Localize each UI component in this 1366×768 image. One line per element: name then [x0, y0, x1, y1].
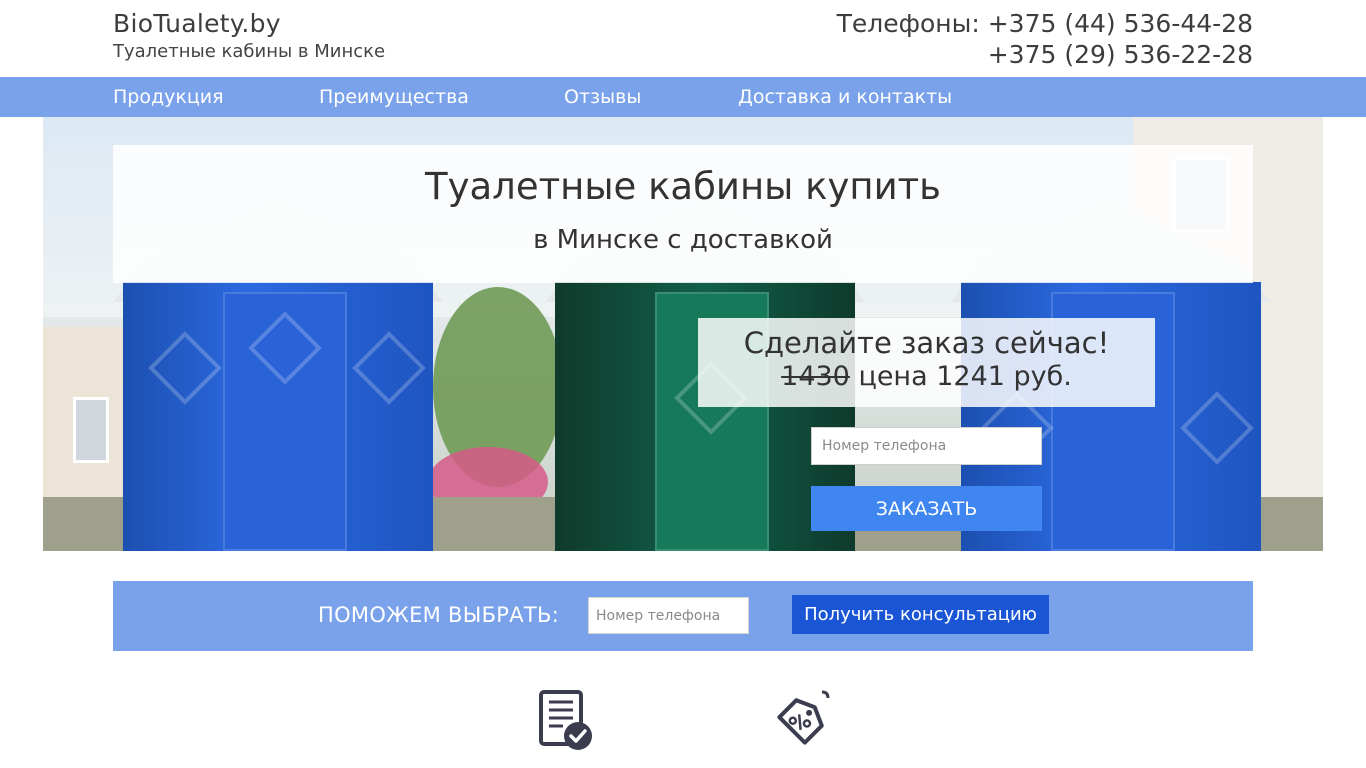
main-nav: Продукция Преимущества Отзывы Доставка и… [0, 77, 1366, 117]
site-header: BioTualety.by Туалетные кабины в Минске … [0, 0, 1366, 77]
order-button[interactable]: ЗАКАЗАТЬ [811, 486, 1042, 531]
hero-title-panel: Туалетные кабины купить в Минске с доста… [113, 145, 1253, 283]
phone-number-1[interactable]: +375 (44) 536-44-28 [988, 9, 1253, 38]
discount-tag-icon [770, 688, 834, 752]
current-price: цена 1241 руб. [849, 361, 1072, 392]
phones-label: Телефоны: [836, 9, 988, 38]
site-name[interactable]: BioTualety.by [113, 8, 385, 40]
nav-item-delivery-contacts[interactable]: Доставка и контакты [738, 77, 952, 117]
blue-toilet-cabin-left [113, 202, 443, 551]
phone-line-1: Телефоны: +375 (44) 536-44-28 [837, 8, 1253, 39]
phone-number-2[interactable]: +375 (29) 536-22-28 [837, 39, 1253, 70]
consultation-label: ПОМОЖЕМ ВЫБРАТЬ: [318, 603, 560, 627]
consultation-phone-input[interactable] [588, 597, 749, 634]
nav-item-reviews[interactable]: Отзывы [564, 77, 641, 117]
price-line: 1430 цена 1241 руб. [698, 360, 1155, 394]
hero-banner: Туалетные кабины купить в Минске с доста… [43, 117, 1323, 551]
brand: BioTualety.by Туалетные кабины в Минске [113, 8, 385, 64]
phone-contacts: Телефоны: +375 (44) 536-44-28 +375 (29) … [837, 8, 1253, 70]
nav-item-products[interactable]: Продукция [113, 77, 224, 117]
old-price: 1430 [781, 361, 850, 392]
order-panel: Сделайте заказ сейчас! 1430 цена 1241 ру… [698, 318, 1155, 407]
hero-subtitle: в Минске с доставкой [533, 225, 833, 255]
hero-title: Туалетные кабины купить [425, 165, 941, 208]
consultation-bar: ПОМОЖЕМ ВЫБРАТЬ: Получить консультацию [113, 581, 1253, 651]
nav-item-advantages[interactable]: Преимущества [319, 77, 469, 117]
order-title: Сделайте заказ сейчас! [743, 326, 1110, 360]
get-consultation-button[interactable]: Получить консультацию [792, 595, 1049, 634]
order-phone-input[interactable] [811, 427, 1042, 465]
site-tagline: Туалетные кабины в Минске [113, 41, 386, 62]
document-check-icon [535, 688, 599, 752]
